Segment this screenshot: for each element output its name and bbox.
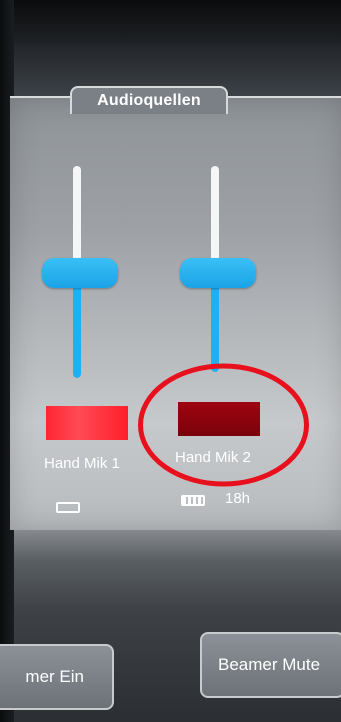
battery-empty-icon bbox=[56, 502, 80, 513]
beamer-on-button[interactable]: mer Ein bbox=[0, 644, 114, 710]
top-dark-area bbox=[14, 0, 341, 44]
beamer-mute-button[interactable]: Beamer Mute bbox=[200, 632, 341, 698]
volume-slider-knob-1[interactable] bbox=[42, 258, 118, 288]
level-meter-1 bbox=[46, 406, 128, 440]
battery-time-2: 18h bbox=[225, 490, 251, 507]
panel-title: Audioquellen bbox=[97, 92, 201, 109]
red-annotation-circle bbox=[138, 363, 309, 487]
volume-slider-knob-2[interactable] bbox=[180, 258, 256, 288]
beamer-on-label: mer Ein bbox=[25, 667, 84, 686]
beamer-mute-label: Beamer Mute bbox=[218, 655, 321, 674]
touch-panel-screen: Audioquellen Hand Mik 1 Hand Mik 2 18h m… bbox=[0, 0, 341, 722]
battery-full-icon bbox=[181, 495, 205, 506]
channel-label-1: Hand Mik 1 bbox=[44, 455, 120, 472]
